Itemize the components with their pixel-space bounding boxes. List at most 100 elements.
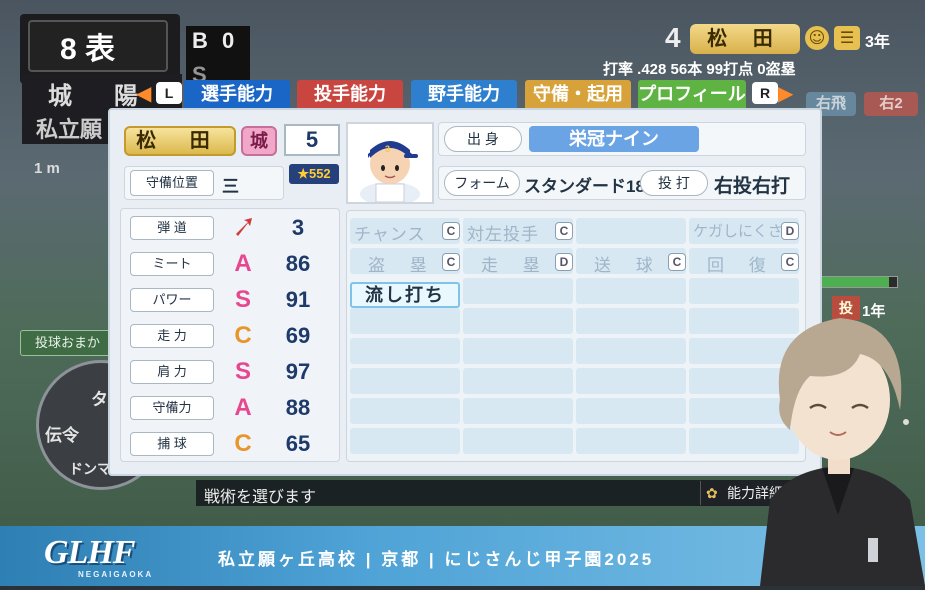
form-label: フォーム [444, 170, 520, 196]
skill-slot[interactable] [350, 368, 460, 394]
banner-text: 私立願ヶ丘高校 | 京都 | にじさんじ甲子園2025 [218, 550, 655, 569]
skill-opposite-field[interactable]: 流し打ち [350, 282, 460, 308]
badge-right-2: 右2 [864, 92, 918, 116]
stat-row: ミート A 86 [124, 248, 336, 280]
tab-next-button[interactable]: R [752, 82, 778, 104]
team-logo: GLHF [44, 534, 135, 571]
tab-profile[interactable]: プロフィール [638, 80, 746, 108]
skill-grade: D [555, 253, 573, 271]
bso-b-count: 0 [222, 28, 235, 53]
player-avatar-icon: 3 [360, 141, 420, 206]
bso-b-label: B [192, 28, 208, 53]
skill-slot[interactable] [576, 308, 686, 334]
stat-row: 肩 力 S 97 [124, 356, 336, 388]
stat-label: 守備力 [130, 396, 214, 420]
tab-left-arrow-icon[interactable]: ◀ [136, 82, 151, 104]
stat-value: 88 [285, 395, 311, 420]
skill-slot[interactable] [463, 278, 573, 304]
stamina-gauge [820, 276, 898, 288]
speech-icon: ☰ [834, 26, 860, 50]
skill-slot[interactable] [350, 428, 460, 454]
uniform-number: 5 [284, 124, 340, 156]
stat-label: ミート [130, 252, 214, 276]
tab-player-ability[interactable]: 選手能力 [184, 80, 290, 108]
form-value: スタンダード18 [524, 177, 645, 196]
tab-fielder-ability[interactable]: 野手能力 [411, 80, 517, 108]
streamer-avatar [750, 300, 925, 586]
stat-row: 走 力 C 69 [124, 320, 336, 352]
player-name: 松 田 [124, 126, 236, 156]
origin-label: 出 身 [444, 126, 522, 152]
player-portrait: 3 [346, 122, 434, 206]
stat-value: 69 [285, 323, 311, 348]
position-label: 守備位置 [130, 170, 214, 196]
skill-slot[interactable] [350, 398, 460, 424]
stat-grade: A [234, 394, 252, 421]
wheel-left[interactable]: 伝令 [45, 421, 79, 446]
skill-name: 対左投手 [467, 225, 539, 244]
stat-label: 弾 道 [130, 216, 214, 240]
stat-value: 91 [285, 287, 311, 312]
tab-pitcher-ability[interactable]: 投手能力 [297, 80, 403, 108]
prompt-text: 戦術を選びます [204, 489, 317, 506]
skill-name: 走 塁 [481, 256, 550, 275]
inning-indicator: 8 表 [60, 33, 116, 66]
skill-slot[interactable] [463, 368, 573, 394]
stat-label: 肩 力 [130, 360, 214, 384]
skill-name: 盗 塁 [368, 256, 437, 275]
skill-grade: D [781, 222, 799, 240]
team-logo-sub: NEGAIGAOKA [78, 570, 154, 579]
team-school: 私立願 [36, 117, 103, 142]
batting-order: 4 [665, 22, 681, 53]
tab-right-arrow-icon[interactable]: ▶ [778, 82, 793, 104]
skill-slot[interactable] [463, 398, 573, 424]
bats-throws-value: 右投右打 [714, 176, 791, 197]
stat-grade: S [234, 358, 251, 385]
skill-grade: C [442, 253, 460, 271]
skill-name: ケガしにくさ [693, 223, 783, 240]
stat-value: 65 [285, 431, 311, 456]
stat-label: 走 力 [130, 324, 214, 348]
overall-rating: ★552 [289, 164, 339, 184]
skill-grade: C [781, 253, 799, 271]
stat-value: 86 [285, 251, 311, 276]
skill-slot[interactable] [463, 428, 573, 454]
skill-slot[interactable] [576, 428, 686, 454]
skill-slot[interactable] [350, 308, 460, 334]
skill-slot[interactable] [576, 278, 686, 304]
bats-throws-label: 投 打 [640, 170, 708, 196]
stat-row: 弾 道 3 [124, 212, 336, 244]
position-value: 三 [222, 177, 239, 196]
tab-defense-lineup[interactable]: 守備・起用 [525, 80, 631, 108]
skill-slot[interactable] [350, 338, 460, 364]
skill-grade: C [668, 253, 686, 271]
tab-prev-button[interactable]: L [156, 82, 182, 104]
skill-slot[interactable] [576, 398, 686, 424]
skill-grade: C [442, 222, 460, 240]
batter-name: 松 田 [690, 24, 800, 54]
stat-row: 捕 球 C 65 [124, 428, 336, 460]
stat-grade: A [234, 250, 252, 277]
distance-readout: 1 m [34, 160, 60, 177]
skill-name: 回 復 [707, 256, 776, 275]
skill-slot[interactable] [463, 308, 573, 334]
skill-slot[interactable] [576, 338, 686, 364]
stat-label: パワー [130, 288, 214, 312]
stat-value: 3 [291, 215, 305, 240]
skill-name: 送 球 [594, 256, 663, 275]
wheel-top[interactable]: タ [91, 385, 108, 410]
stat-row: 守備力 A 88 [124, 392, 336, 424]
stat-value: 97 [285, 359, 311, 384]
face-icon: ☺ [805, 26, 829, 50]
skill-name: チャンス [354, 225, 426, 244]
skill-slot[interactable] [576, 368, 686, 394]
skill-grade: C [555, 222, 573, 240]
skill-slot[interactable] [463, 338, 573, 364]
batter-stats: 打率 .428 56本 99打点 0盗塁 [603, 61, 796, 78]
stat-grade: C [234, 430, 252, 457]
skill-slot[interactable] [576, 218, 686, 244]
trajectory-arrow-icon [228, 214, 258, 242]
stat-label: 捕 球 [130, 432, 214, 456]
school-icon: 城 [241, 126, 277, 156]
origin-value: 栄冠ナイン [529, 126, 699, 152]
